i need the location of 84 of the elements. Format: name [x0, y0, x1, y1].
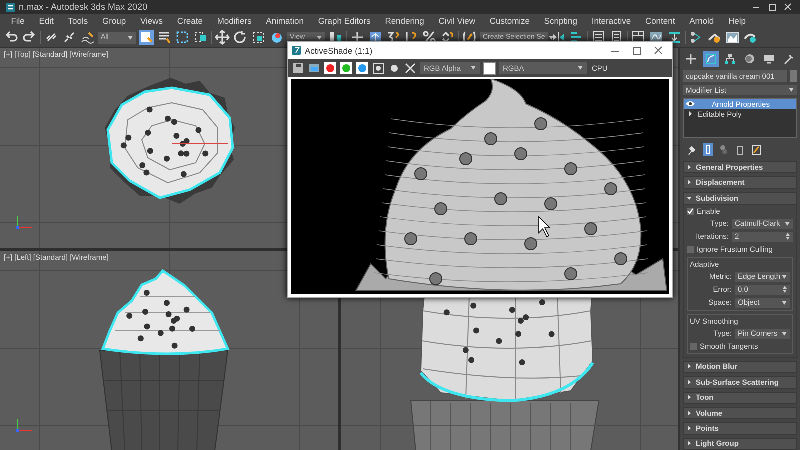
expand-arrow-icon: [687, 410, 692, 416]
close-icon[interactable]: [782, 2, 794, 12]
expand-arrow-icon[interactable]: [686, 111, 695, 118]
check-icon: [687, 208, 694, 215]
menu-item[interactable]: Scripting: [537, 16, 585, 26]
window-crossing-icon[interactable]: [193, 30, 208, 45]
expand-arrow-icon: [687, 180, 692, 186]
caret-icon: [128, 36, 133, 40]
move-icon[interactable]: [215, 30, 230, 45]
menu-item[interactable]: Create: [170, 16, 210, 26]
caret-icon: [782, 332, 787, 336]
remove-modifier-icon[interactable]: [735, 144, 745, 156]
menu-item[interactable]: Content: [638, 16, 682, 26]
menu-item[interactable]: Arnold: [682, 16, 722, 26]
cursor-icon: [538, 216, 551, 238]
checkbox[interactable]: [690, 342, 697, 350]
alpha-channel-icon[interactable]: [372, 62, 385, 74]
undo-icon[interactable]: [4, 30, 19, 45]
redo-icon[interactable]: [22, 30, 37, 45]
save-icon[interactable]: [292, 62, 305, 74]
caret-icon: [785, 222, 790, 226]
window-title: n.max - Autodesk 3ds Max 2020: [19, 2, 148, 12]
menu-item[interactable]: Help: [721, 16, 754, 26]
utilities-icon: [782, 53, 795, 65]
menu-item[interactable]: Interactive: [584, 16, 638, 26]
app-logo-icon: [292, 46, 301, 55]
spinner-arrows-icon[interactable]: [786, 233, 790, 240]
display-icon: [763, 53, 776, 65]
spinner-arrows-icon[interactable]: [783, 286, 787, 294]
menu-item[interactable]: Civil View: [432, 16, 483, 26]
caret-icon: [471, 66, 476, 70]
motion-icon: [744, 53, 756, 65]
rotate-icon[interactable]: [233, 30, 248, 45]
menu-item[interactable]: Animation: [258, 16, 312, 26]
object-color-swatch[interactable]: [790, 70, 797, 82]
expand-arrow-icon: [687, 164, 692, 170]
expand-arrow-icon: [687, 380, 692, 385]
rendered-frame-window-icon[interactable]: [725, 30, 740, 45]
caret-icon: [789, 88, 794, 92]
modify-icon: [704, 53, 717, 65]
modify-tab[interactable]: [702, 51, 719, 67]
schematic-view-icon[interactable]: [667, 30, 682, 45]
configure-sets-icon[interactable]: [751, 144, 761, 156]
select-by-name-icon[interactable]: [157, 30, 172, 45]
caret-icon: [782, 274, 787, 279]
app-logo-icon: [6, 2, 15, 12]
color-swatch[interactable]: [483, 62, 496, 74]
expand-arrow-icon: [687, 364, 692, 370]
unlink-icon[interactable]: [62, 30, 77, 45]
menu-item[interactable]: Graph Editors: [311, 16, 378, 26]
rectangular-region-icon[interactable]: [175, 30, 190, 45]
menu-item[interactable]: File: [4, 16, 32, 26]
caret-icon: [578, 66, 583, 70]
bind-icon[interactable]: [80, 30, 95, 45]
manipulate-icon[interactable]: [269, 30, 284, 45]
channel-toggle-icon[interactable]: [340, 62, 353, 74]
menu-item[interactable]: Edit: [32, 16, 62, 26]
expand-arrow-icon: [687, 395, 692, 400]
menu-item[interactable]: Tools: [61, 16, 96, 26]
caret-icon: [782, 300, 787, 305]
pin-stack-icon[interactable]: [687, 144, 697, 156]
menu-item[interactable]: Modifiers: [210, 16, 259, 26]
menu-item[interactable]: Customize: [482, 16, 538, 26]
create-icon: [685, 53, 698, 65]
menu-item[interactable]: Views: [133, 16, 170, 26]
checkbox[interactable]: [687, 246, 694, 253]
checkbox[interactable]: [687, 208, 694, 215]
collapse-arrow-icon: [687, 196, 692, 201]
expand-arrow-icon: [687, 426, 692, 431]
clear-icon[interactable]: [404, 62, 417, 74]
show-end-result-icon[interactable]: [703, 143, 713, 156]
make-unique-icon[interactable]: [719, 144, 729, 156]
expand-arrow-icon: [687, 441, 692, 446]
hierarchy-icon: [724, 53, 736, 65]
clone-window-icon[interactable]: [308, 62, 321, 74]
maximize-icon[interactable]: [766, 2, 778, 12]
scale-icon[interactable]: [251, 30, 266, 45]
axis-gizmo-icon: [16, 216, 32, 229]
channel-toggle-icon[interactable]: [356, 62, 369, 74]
channel-toggle-icon[interactable]: [324, 62, 337, 74]
menu-item[interactable]: Group: [95, 16, 134, 26]
menu-item[interactable]: Rendering: [378, 16, 432, 26]
eye-icon[interactable]: [686, 101, 695, 108]
axis-gizmo-icon: [16, 418, 32, 432]
